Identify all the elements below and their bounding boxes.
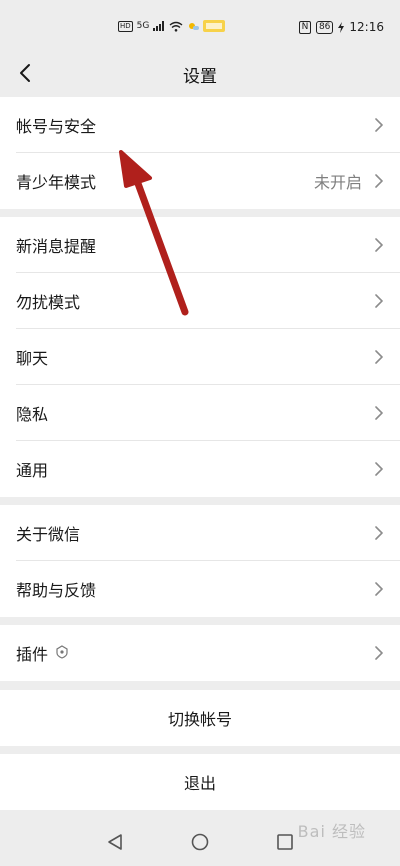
settings-item-label: 聊天 bbox=[16, 349, 49, 368]
settings-group-plugins: 插件 bbox=[0, 625, 400, 681]
settings-item-label: 关于微信 bbox=[16, 525, 81, 544]
settings-item-plugins[interactable]: 插件 bbox=[0, 625, 400, 681]
settings-item-label: 帐号与安全 bbox=[16, 117, 97, 136]
teen-mode-status: 未开启 bbox=[313, 173, 362, 192]
settings-group-about: 关于微信 帮助与反馈 bbox=[0, 505, 400, 617]
nav-recents-icon[interactable] bbox=[277, 834, 293, 850]
logout-label: 退出 bbox=[183, 774, 216, 793]
settings-item-label: 勿扰模式 bbox=[16, 293, 81, 312]
settings-item-chat[interactable]: 聊天 bbox=[0, 329, 400, 385]
switch-account-label: 切换帐号 bbox=[167, 710, 232, 729]
system-navigation-bar: Bai 经验 bbox=[0, 816, 400, 866]
settings-item-about[interactable]: 关于微信 bbox=[0, 505, 400, 561]
chevron-right-icon bbox=[375, 294, 383, 308]
settings-item-label: 隐私 bbox=[16, 405, 49, 424]
weather-icon bbox=[189, 23, 200, 30]
page-title: 设置 bbox=[183, 67, 217, 87]
switch-account-group: 切换帐号 bbox=[0, 690, 400, 746]
settings-item-account-security[interactable]: 帐号与安全 bbox=[0, 97, 400, 153]
settings-item-help-feedback[interactable]: 帮助与反馈 bbox=[0, 561, 400, 617]
app-notification-icon bbox=[203, 20, 226, 32]
settings-item-general[interactable]: 通用 bbox=[0, 441, 400, 497]
settings-item-notifications[interactable]: 新消息提醒 bbox=[0, 217, 400, 273]
settings-group-account: 帐号与安全 青少年模式 未开启 bbox=[0, 97, 400, 209]
settings-item-label: 新消息提醒 bbox=[16, 237, 97, 256]
hd-badge: HD bbox=[118, 20, 133, 32]
logout-group: 退出 bbox=[0, 754, 400, 810]
settings-item-do-not-disturb[interactable]: 勿扰模式 bbox=[0, 273, 400, 329]
chevron-right-icon bbox=[375, 406, 383, 420]
status-right: N 86 12:16 bbox=[298, 20, 384, 34]
signal-icon bbox=[153, 21, 165, 31]
nfc-icon: N bbox=[298, 20, 311, 34]
clock: 12:16 bbox=[349, 20, 384, 34]
status-left: HD 5G bbox=[118, 20, 226, 32]
chevron-right-icon bbox=[375, 646, 383, 660]
charging-icon bbox=[338, 21, 345, 33]
settings-item-label: 帮助与反馈 bbox=[16, 581, 97, 600]
settings-group-general: 新消息提醒 勿扰模式 聊天 隐私 通用 bbox=[0, 217, 400, 497]
logout-button[interactable]: 退出 bbox=[0, 754, 400, 810]
plugin-icon bbox=[56, 645, 68, 659]
chevron-right-icon bbox=[375, 582, 383, 596]
chevron-right-icon bbox=[375, 118, 383, 132]
settings-item-label: 青少年模式 bbox=[16, 173, 97, 192]
settings-item-label: 通用 bbox=[16, 461, 49, 480]
battery-level: 86 bbox=[315, 20, 334, 34]
settings-item-privacy[interactable]: 隐私 bbox=[0, 385, 400, 441]
settings-item-teen-mode[interactable]: 青少年模式 未开启 bbox=[0, 153, 400, 209]
settings-item-label: 插件 bbox=[16, 645, 49, 664]
chevron-right-icon bbox=[375, 174, 383, 188]
chevron-right-icon bbox=[375, 238, 383, 252]
chevron-right-icon bbox=[375, 350, 383, 364]
wifi-icon bbox=[169, 21, 183, 32]
navigation-bar: 设置 bbox=[0, 50, 400, 96]
watermark: Bai 经验 bbox=[297, 822, 366, 841]
chevron-right-icon bbox=[375, 526, 383, 540]
nav-back-icon[interactable] bbox=[106, 833, 124, 851]
nav-home-icon[interactable] bbox=[191, 833, 209, 851]
network-type: 5G bbox=[136, 21, 150, 31]
chevron-right-icon bbox=[375, 462, 383, 476]
switch-account-button[interactable]: 切换帐号 bbox=[0, 690, 400, 746]
